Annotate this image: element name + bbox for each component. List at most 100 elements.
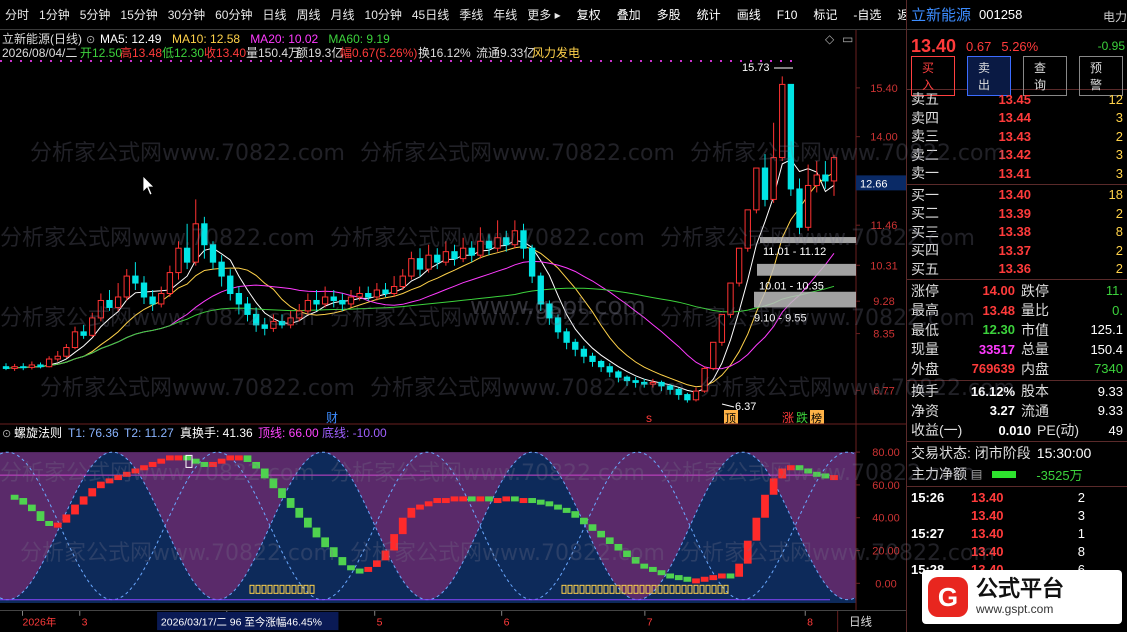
candle[interactable] xyxy=(787,83,795,196)
indicator-bar xyxy=(62,514,71,523)
indicator-bar xyxy=(614,543,623,551)
period-tab-2[interactable]: 5分钟 xyxy=(75,0,116,30)
bid-row-2[interactable]: 买二 13.39 2 xyxy=(907,204,1127,223)
period-tab-3[interactable]: 15分钟 xyxy=(115,0,162,30)
indicator-bar xyxy=(579,517,588,525)
indicator-bar xyxy=(234,455,243,461)
industry-tag[interactable]: 电力 xyxy=(1103,8,1127,25)
x-tick-label-6: 8 xyxy=(807,616,813,628)
indicator-bar xyxy=(674,575,683,581)
toolbar-button-1[interactable]: 叠加 xyxy=(612,0,646,30)
divider xyxy=(907,441,1127,442)
bid-row-4[interactable]: 买四 13.37 2 xyxy=(907,241,1127,260)
tick-volume: 1 xyxy=(1077,525,1085,541)
diamond-icon: ◇ xyxy=(825,32,835,46)
period-tab-11[interactable]: 季线 xyxy=(454,0,488,30)
indicator-bar xyxy=(485,496,493,502)
indicator-bar xyxy=(338,557,347,566)
bid-row-3[interactable]: 买三 13.38 8 xyxy=(907,223,1127,242)
bid-row-5[interactable]: 买五 13.36 2 xyxy=(907,260,1127,279)
period-label: 日线 xyxy=(849,614,872,628)
toolbar-button-3[interactable]: 统计 xyxy=(692,0,726,30)
tick-row: 13.40 8 xyxy=(907,542,1127,560)
indicator-bar xyxy=(666,573,675,579)
candle[interactable] xyxy=(710,341,717,371)
period-tab-7[interactable]: 周线 xyxy=(291,0,325,30)
marker-rank: 榜 xyxy=(811,411,822,425)
ask-price: 13.45 xyxy=(998,91,1031,107)
candle[interactable] xyxy=(779,76,786,162)
ask-price: 13.43 xyxy=(998,128,1031,144)
ask-volume: 2 xyxy=(1115,128,1123,144)
period-tab-6[interactable]: 日线 xyxy=(257,0,291,30)
indicator-bar xyxy=(786,465,795,471)
indicator-bar xyxy=(795,465,804,471)
period-tab-4[interactable]: 30分钟 xyxy=(163,0,210,30)
price-zone-1 xyxy=(760,237,856,244)
ask-row-1[interactable]: 卖五 13.45 12 xyxy=(907,90,1127,109)
toolbar-button-4[interactable]: 画线 xyxy=(732,0,766,30)
indicator-bar xyxy=(648,566,657,572)
bid-row-1[interactable]: 买一 13.40 18 xyxy=(907,186,1127,205)
period-tab-5[interactable]: 60分钟 xyxy=(210,0,257,30)
chart-menu-icon: ⊙ xyxy=(86,34,95,46)
toolbar-button-5[interactable]: F10 xyxy=(772,0,803,30)
tick-price: 13.40 xyxy=(971,543,1004,559)
candle[interactable] xyxy=(753,167,760,214)
y-tick-label-2: 11.46 xyxy=(871,220,898,232)
indicator-bar xyxy=(778,468,787,479)
stock-name: 立新能源 xyxy=(911,7,972,24)
candle[interactable] xyxy=(701,366,708,393)
indicator-bar xyxy=(191,458,200,464)
period-tab-12[interactable]: 年线 xyxy=(488,0,522,30)
ask-row-3[interactable]: 卖三 13.43 2 xyxy=(907,127,1127,146)
kline-main-chart[interactable]: 立新能源(日线) ⊙ MA5: 12.49 MA10: 12.58 MA20: 10.0… xyxy=(0,30,906,425)
x-tick-label-1: 3 xyxy=(82,616,88,628)
period-tab-13[interactable]: 更多 ▸ xyxy=(522,0,565,30)
bid-volume: 2 xyxy=(1115,205,1123,221)
ask-row-2[interactable]: 卖四 13.44 3 xyxy=(907,109,1127,128)
indicator-bar xyxy=(536,499,545,505)
main-flow-label: 主力净额 xyxy=(911,466,967,482)
y-tick-label-3: 10.31 xyxy=(870,260,898,272)
indicator-bar xyxy=(726,573,735,579)
ask-price: 13.44 xyxy=(998,110,1031,126)
candle[interactable] xyxy=(718,313,726,346)
toolbar-button-7[interactable]: -自选 xyxy=(848,0,886,30)
ask-row-5[interactable]: 卖一 13.41 3 xyxy=(907,164,1127,183)
candle[interactable] xyxy=(727,282,734,318)
period-tab-1[interactable]: 1分钟 xyxy=(34,0,75,30)
period-tab-9[interactable]: 10分钟 xyxy=(360,0,407,30)
trade-status: 交易状态: 闭市阶段 15:30:00 xyxy=(907,443,1127,463)
stat-key: 外盘 xyxy=(911,360,939,377)
stat-value: 9.33 xyxy=(1097,383,1123,399)
indicator-bar xyxy=(19,498,28,505)
stat-key: 收益(一) xyxy=(911,422,963,439)
stat-key: 现量 xyxy=(911,341,939,358)
period-tab-10[interactable]: 45日线 xyxy=(407,0,454,30)
indicator-bar xyxy=(571,511,580,518)
tick-list[interactable]: 15:26 13.40 2 13.40 3 15:27 13.40 1 13.40 8 15:28 1… xyxy=(907,488,1127,578)
toolbar-button-2[interactable]: 多股 xyxy=(652,0,686,30)
list-icon[interactable]: ▤ xyxy=(971,467,982,481)
stat-key: 换手 xyxy=(911,383,939,400)
indicator-bar xyxy=(200,461,209,467)
stat-value: 13.48 xyxy=(982,302,1015,318)
info-2: 高13.48 xyxy=(120,45,162,60)
chart-title: 立新能源(日线) xyxy=(2,31,82,46)
stat-key: PE(动) xyxy=(1037,422,1079,439)
tick-row: 13.40 3 xyxy=(907,506,1127,524)
toolbar-button-0[interactable]: 复权 xyxy=(572,0,606,30)
indicator-bar xyxy=(519,498,528,504)
indicator-menu-icon: ⊙ xyxy=(2,428,11,440)
indicator-bar xyxy=(545,501,554,507)
period-tab-0[interactable]: 分时 xyxy=(0,0,34,30)
spiral-indicator-chart[interactable]: ⊙ 螺旋法则 T1: 76.36 T2: 11.27 真换手: 41.36 顶线: 66.… xyxy=(0,425,906,610)
indicator-bar xyxy=(321,537,330,548)
candle[interactable] xyxy=(735,247,743,287)
indicator-bar xyxy=(226,455,235,461)
candle[interactable] xyxy=(744,209,751,252)
ask-row-4[interactable]: 卖二 13.42 3 xyxy=(907,146,1127,165)
toolbar-button-6[interactable]: 标记 xyxy=(808,0,842,30)
period-tab-8[interactable]: 月线 xyxy=(326,0,360,30)
